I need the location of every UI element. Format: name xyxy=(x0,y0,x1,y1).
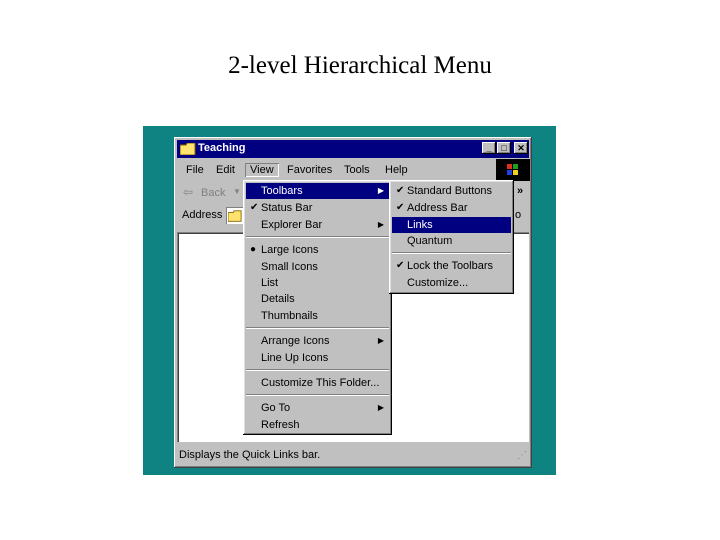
folder-icon xyxy=(180,143,196,155)
view-details-label: Details xyxy=(261,293,295,305)
minimize-button[interactable]: _ xyxy=(482,142,496,154)
view-status-bar-label: Status Bar xyxy=(261,202,313,214)
view-toolbars-item[interactable]: Toolbars ▶ xyxy=(246,183,389,199)
view-menu: Toolbars ▶ ✔ Status Bar Explorer Bar ▶ ●… xyxy=(243,180,392,435)
toolbars-quantum-item[interactable]: Quantum xyxy=(392,233,511,249)
view-explorer-bar-item[interactable]: Explorer Bar ▶ xyxy=(246,217,389,233)
checkmark-icon: ✔ xyxy=(396,260,405,271)
view-large-icons-item[interactable]: ● Large Icons xyxy=(246,242,389,258)
toolbars-lock-item[interactable]: ✔ Lock the Toolbars xyxy=(392,258,511,274)
view-small-icons-item[interactable]: Small Icons xyxy=(246,259,389,275)
menu-tools[interactable]: Tools xyxy=(339,163,375,177)
view-refresh-item[interactable]: Refresh xyxy=(246,417,389,433)
submenu-arrow-icon: ▶ xyxy=(377,186,384,195)
view-details-item[interactable]: Details xyxy=(246,291,389,307)
view-small-icons-label: Small Icons xyxy=(261,261,318,273)
status-bar: Displays the Quick Links bar. ⋰ xyxy=(177,447,529,465)
submenu-arrow-icon: ▶ xyxy=(377,336,384,345)
view-line-up-icons-item[interactable]: Line Up Icons xyxy=(246,350,389,366)
title-bar[interactable]: Teaching _ □ ✕ xyxy=(177,140,529,158)
toolbars-address-bar-item[interactable]: ✔ Address Bar xyxy=(392,200,511,216)
toolbars-lock-label: Lock the Toolbars xyxy=(407,260,494,272)
desktop: Teaching _ □ ✕ File Edit View Favorites … xyxy=(143,126,556,475)
view-go-to-label: Go To xyxy=(261,402,291,414)
close-icon: ✕ xyxy=(517,143,525,153)
checkmark-icon: ✔ xyxy=(396,202,405,213)
menu-view[interactable]: View xyxy=(245,163,279,177)
toolbars-links-label: Links xyxy=(407,219,433,231)
checkmark-icon: ✔ xyxy=(396,185,405,196)
toolbars-address-bar-label: Address Bar xyxy=(407,202,468,214)
toolbar-more-button[interactable]: » xyxy=(517,185,523,197)
windows-flag-icon xyxy=(507,164,518,175)
resize-grip-icon[interactable]: ⋰ xyxy=(517,450,527,461)
slide-title: 2-level Hierarchical Menu xyxy=(228,52,492,79)
menu-separator xyxy=(246,327,389,329)
menu-edit[interactable]: Edit xyxy=(211,163,240,177)
toolbars-standard-buttons-item[interactable]: ✔ Standard Buttons xyxy=(392,183,511,199)
view-customize-folder-item[interactable]: Customize This Folder... xyxy=(246,375,389,391)
toolbars-quantum-label: Quantum xyxy=(407,235,453,247)
address-field[interactable] xyxy=(226,207,244,224)
view-list-item[interactable]: List xyxy=(246,275,389,291)
back-button[interactable]: Back xyxy=(201,187,225,199)
view-line-up-icons-label: Line Up Icons xyxy=(261,352,329,364)
go-button[interactable]: o xyxy=(515,209,521,221)
view-go-to-item[interactable]: Go To ▶ xyxy=(246,400,389,416)
menu-separator xyxy=(246,236,389,238)
back-arrow-icon: ⇦ xyxy=(183,185,194,199)
address-folder-icon xyxy=(228,210,242,222)
view-customize-folder-label: Customize This Folder... xyxy=(261,377,380,389)
menu-file[interactable]: File xyxy=(181,163,209,177)
view-arrange-icons-item[interactable]: Arrange Icons ▶ xyxy=(246,333,389,349)
checkmark-icon: ✔ xyxy=(250,202,259,213)
menu-separator xyxy=(246,394,389,396)
toolbars-links-item[interactable]: Links xyxy=(392,217,511,233)
radio-bullet-icon: ● xyxy=(250,244,257,255)
view-thumbnails-item[interactable]: Thumbnails xyxy=(246,308,389,324)
back-dropdown-icon: ▼ xyxy=(233,187,241,196)
close-button[interactable]: ✕ xyxy=(514,142,528,154)
menu-help[interactable]: Help xyxy=(380,163,413,177)
toolbars-customize-item[interactable]: Customize... xyxy=(392,275,511,291)
view-arrange-icons-label: Arrange Icons xyxy=(261,335,330,347)
window-title: Teaching xyxy=(198,142,246,154)
address-label: Address xyxy=(182,209,223,221)
view-list-label: List xyxy=(261,277,279,289)
view-explorer-bar-label: Explorer Bar xyxy=(261,219,323,231)
view-status-bar-item[interactable]: ✔ Status Bar xyxy=(246,200,389,216)
submenu-arrow-icon: ▶ xyxy=(377,403,384,412)
menu-bar: File Edit View Favorites Tools Help xyxy=(177,161,529,179)
menu-favorites[interactable]: Favorites xyxy=(282,163,337,177)
view-thumbnails-label: Thumbnails xyxy=(261,310,318,322)
toolbars-submenu: ✔ Standard Buttons ✔ Address Bar Links Q… xyxy=(389,180,514,294)
submenu-arrow-icon: ▶ xyxy=(377,220,384,229)
menu-separator xyxy=(392,252,511,254)
toolbars-customize-label: Customize... xyxy=(407,277,469,289)
windows-logo xyxy=(496,159,530,181)
view-large-icons-label: Large Icons xyxy=(261,244,319,256)
view-toolbars-label: Toolbars xyxy=(261,185,303,197)
maximize-button[interactable]: □ xyxy=(497,142,511,154)
maximize-icon: □ xyxy=(501,143,507,153)
explorer-window: Teaching _ □ ✕ File Edit View Favorites … xyxy=(174,137,532,468)
view-refresh-label: Refresh xyxy=(261,419,300,431)
menu-separator xyxy=(246,369,389,371)
minimize-icon: _ xyxy=(486,143,492,153)
status-text: Displays the Quick Links bar. xyxy=(179,449,321,461)
toolbars-standard-buttons-label: Standard Buttons xyxy=(407,185,493,197)
